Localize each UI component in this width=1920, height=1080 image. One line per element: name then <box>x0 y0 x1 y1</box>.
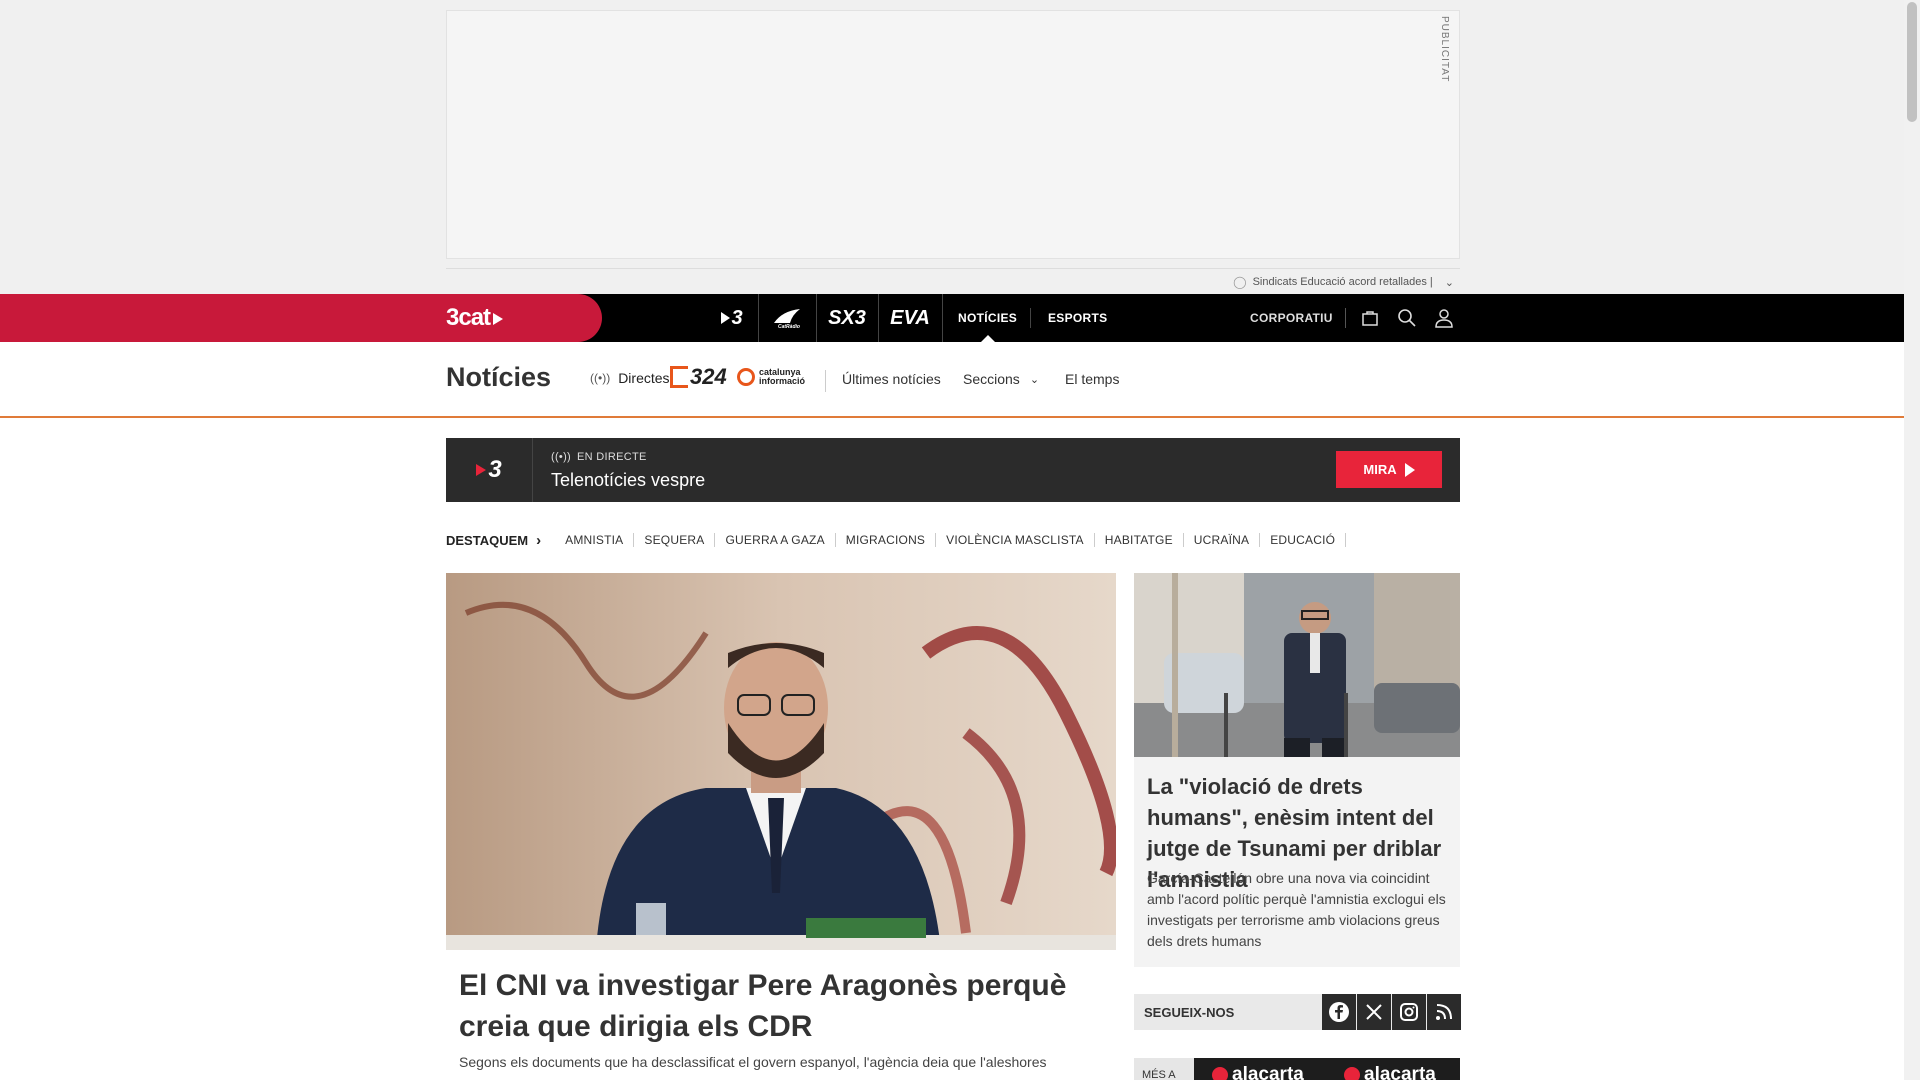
324-logo-text: 324 <box>690 364 727 389</box>
catalunya-informacio-text: catalunya informació <box>759 367 806 386</box>
catradio-icon[interactable]: CatRàdio <box>758 294 817 342</box>
topic-link[interactable]: HABITATGE <box>1095 533 1184 547</box>
follow-us-bar: SEGUEIX-NOS <box>1134 994 1461 1030</box>
follow-us-label: SEGUEIX-NOS <box>1144 1005 1235 1020</box>
topic-link[interactable]: VIOLÈNCIA MASCLISTA <box>936 533 1095 547</box>
rss-icon[interactable] <box>1427 994 1461 1030</box>
tag-icon: ◯ <box>1233 275 1247 289</box>
el-temps-link[interactable]: El temps <box>1065 371 1119 387</box>
alacarta-label: alacarta <box>1364 1064 1436 1080</box>
alacarta-link[interactable]: alacarta <box>1212 1064 1304 1080</box>
main-article-summary: Segons els documents que ha desclassific… <box>459 1054 1047 1070</box>
ad-banner[interactable] <box>446 10 1460 259</box>
nav-divider <box>1345 308 1346 328</box>
side-article-summary: García-Castellón obre una nova via coinc… <box>1147 870 1446 949</box>
nav-esports[interactable]: ESPORTS <box>1048 294 1107 342</box>
channel-3-icon[interactable]: 3 <box>706 294 759 342</box>
scrollbar-thumb[interactable] <box>1907 2 1917 122</box>
side-article-card[interactable]: La "violació de drets humans", enèsim in… <box>1134 573 1460 967</box>
alacarta-label: alacarta <box>1232 1064 1304 1080</box>
ultimes-noticies-link[interactable]: Últimes notícies <box>842 371 941 387</box>
324-logo-mark <box>670 366 688 388</box>
nav-esports-label: ESPORTS <box>1048 311 1108 325</box>
topic-link[interactable]: MIGRACIONS <box>836 533 937 547</box>
svg-text:CatRàdio: CatRàdio <box>778 324 800 329</box>
page-title[interactable]: Notícies <box>446 362 551 393</box>
user-icon[interactable] <box>1434 308 1454 328</box>
section-navigation: Notícies ((•)) Directes 324 catalunya in… <box>0 342 1904 418</box>
chevron-down-icon[interactable]: ⌄ <box>1445 276 1454 289</box>
catalunya-informacio-mark <box>737 368 755 386</box>
channel-3-logo: 3 <box>446 438 533 502</box>
more-at-label: MÉS A <box>1134 1058 1194 1080</box>
side-article-image[interactable] <box>1134 573 1460 757</box>
sx3-icon[interactable]: SX3 <box>816 294 879 342</box>
watch-button[interactable]: MIRA <box>1336 451 1442 488</box>
live-banner[interactable]: 3 ((•)) EN DIRECTE Telenotícies vespre M… <box>446 438 1460 502</box>
search-icon[interactable] <box>1397 308 1417 328</box>
nav-noticies[interactable]: NOTÍCIES <box>958 294 1017 342</box>
broadcast-icon: ((•)) <box>551 451 572 463</box>
main-article-image[interactable] <box>446 573 1116 950</box>
channel-3-label: 3 <box>488 456 502 483</box>
nav-divider <box>1030 308 1031 328</box>
nav-corporatiu[interactable]: CORPORATIU <box>1250 294 1333 342</box>
chevron-down-icon: ⌄ <box>1029 373 1040 386</box>
ad-footer: ◯ Sindicats Educació acord retallades | … <box>446 268 1460 295</box>
channel-3-flag-icon <box>476 464 487 476</box>
instagram-icon[interactable] <box>1392 994 1426 1030</box>
brand-label: 3cat <box>446 304 491 331</box>
seccions-label: Seccions <box>963 371 1020 387</box>
directes-label: Directes <box>618 370 670 386</box>
nav-noticies-label: NOTÍCIES <box>958 311 1018 325</box>
logo-arrow-icon <box>493 313 504 325</box>
topic-link[interactable]: AMNISTIA <box>555 533 635 547</box>
alacarta-link[interactable]: alacarta <box>1344 1064 1436 1080</box>
x-icon[interactable] <box>1357 994 1391 1030</box>
chevron-right-icon: › <box>536 531 542 549</box>
live-program-title: Telenotícies vespre <box>551 470 706 490</box>
watch-button-label: MIRA <box>1363 462 1397 477</box>
3cat-logo[interactable]: 3cat <box>446 304 504 332</box>
topic-link[interactable]: EDUCACIÓ <box>1260 533 1347 547</box>
main-article-title[interactable]: El CNI va investigar Pere Aragonès perqu… <box>459 965 1109 1047</box>
highlights-label[interactable]: DESTAQUEM › <box>446 532 541 549</box>
trending-tags[interactable]: Sindicats Educació acord retallades | <box>1253 276 1433 288</box>
scrollbar-track[interactable] <box>1904 0 1920 1080</box>
catalunya-informacio-logo[interactable]: catalunya informació <box>737 368 819 386</box>
324-logo[interactable]: 324 <box>670 364 727 389</box>
facebook-icon[interactable] <box>1322 994 1356 1030</box>
topic-link[interactable]: UCRAÏNA <box>1184 533 1261 547</box>
highlights-label-text: DESTAQUEM <box>446 532 529 548</box>
brand-band <box>0 294 602 342</box>
seccions-dropdown[interactable]: Seccions ⌄ <box>963 371 1039 387</box>
highlights-bar: DESTAQUEM › AMNISTIA SEQUERA GUERRA A GA… <box>446 530 1347 550</box>
ad-label: PUBLICITAT <box>1439 16 1450 83</box>
eva-icon[interactable]: EVA <box>878 294 943 342</box>
topic-link[interactable]: SEQUERA <box>634 533 716 547</box>
directes-link[interactable]: ((•)) Directes <box>590 370 670 386</box>
more-at-bar: MÉS A alacarta alacarta <box>1134 1058 1460 1080</box>
alacarta-icon <box>1344 1067 1360 1080</box>
top-navigation: 3cat 3 CatRàdio SX3 EVA NOTÍCIES ESPORTS… <box>0 294 1904 342</box>
live-status: ((•)) EN DIRECTE <box>551 451 647 463</box>
live-status-label: EN DIRECTE <box>577 451 647 463</box>
basket-icon[interactable] <box>1360 308 1380 328</box>
topic-link[interactable]: GUERRA A GAZA <box>715 533 836 547</box>
subnav-divider <box>825 370 826 392</box>
alacarta-icon <box>1212 1067 1228 1080</box>
play-icon <box>1404 462 1415 477</box>
broadcast-icon: ((•)) <box>590 371 611 385</box>
